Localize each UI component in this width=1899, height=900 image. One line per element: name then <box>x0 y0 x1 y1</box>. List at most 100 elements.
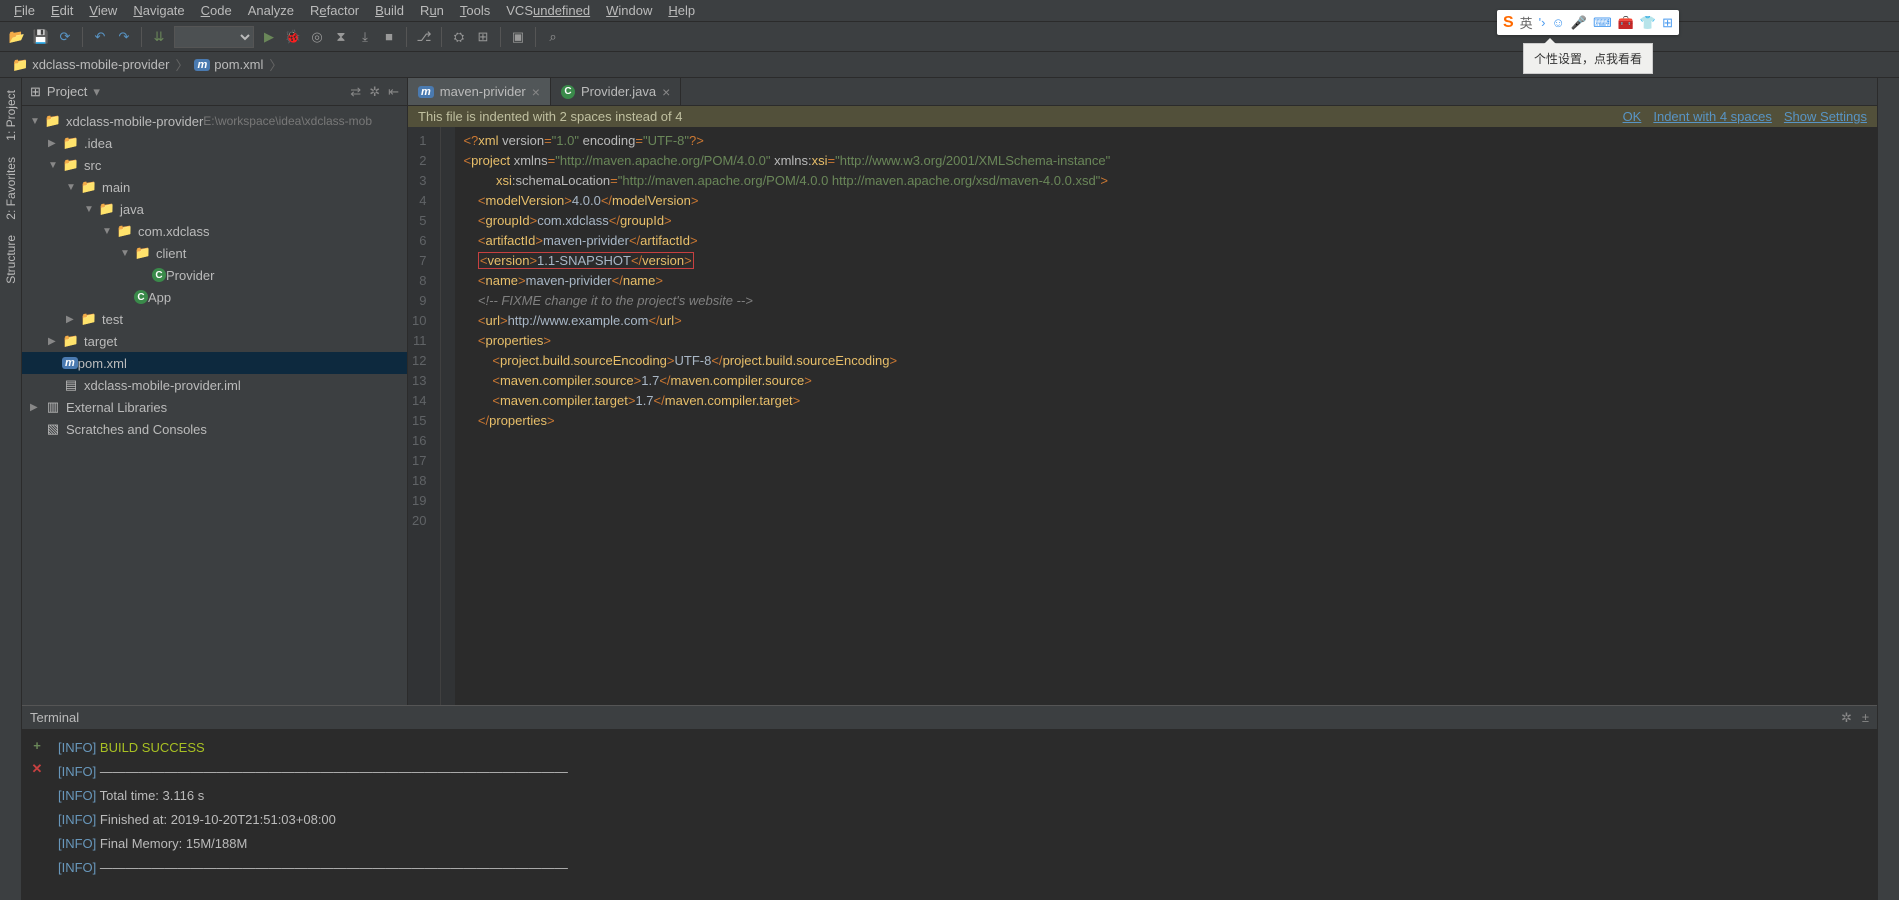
ime-lang[interactable]: 英 <box>1520 13 1533 32</box>
tree-arrow-icon[interactable]: ▼ <box>84 204 98 215</box>
ime-emoji-icon[interactable]: ☺ <box>1551 15 1564 30</box>
tree-arrow-icon[interactable]: ▶ <box>48 336 62 347</box>
tree-arrow-icon[interactable]: ▶ <box>66 314 80 325</box>
close-icon[interactable]: × <box>532 84 540 100</box>
undo-icon[interactable]: ↶ <box>91 28 109 46</box>
tab-label: Provider.java <box>581 84 656 99</box>
menu-view[interactable]: View <box>81 3 125 18</box>
scroll-from-source-icon[interactable]: ⇄ <box>350 84 361 100</box>
ime-overlay: S 英 '› ☺ 🎤 ⌨ 🧰 👕 ⊞ 个性设置，点我看看 <box>1497 10 1679 74</box>
indent-4-link[interactable]: Indent with 4 spaces <box>1653 109 1772 124</box>
tree-arrow-icon[interactable]: ▶ <box>48 138 62 149</box>
save-icon[interactable]: 💾 <box>32 28 50 46</box>
menu-edit[interactable]: Edit <box>43 3 81 18</box>
debug-icon[interactable]: 🐞 <box>284 28 302 46</box>
editor-tab[interactable]: CProvider.java× <box>551 78 681 105</box>
terminal-add-icon[interactable]: + <box>33 738 41 753</box>
breadcrumb-root-label: xdclass-mobile-provider <box>32 57 169 72</box>
indent-settings-link[interactable]: Show Settings <box>1784 109 1867 124</box>
terminal-hide-icon[interactable]: ± <box>1862 710 1869 726</box>
tree-arrow-icon[interactable]: ▼ <box>120 248 134 259</box>
menu-vcs[interactable]: VCSundefined <box>498 3 598 18</box>
tree-arrow-icon[interactable]: ▼ <box>102 226 116 237</box>
breadcrumb-root[interactable]: 📁 xdclass-mobile-provider <box>8 57 173 73</box>
tree-node[interactable]: ▼📁java <box>22 198 407 220</box>
ime-voice-icon[interactable]: 🎤 <box>1571 15 1587 31</box>
editor-tab[interactable]: mmaven-privider× <box>408 78 551 105</box>
menu-window[interactable]: Window <box>598 3 660 18</box>
breadcrumb-file[interactable]: m pom.xml <box>190 57 267 72</box>
terminal-close-icon[interactable]: ✕ <box>32 761 43 777</box>
menu-tools[interactable]: Tools <box>452 3 498 18</box>
menu-file[interactable]: File <box>6 3 43 18</box>
tree-node[interactable]: ▼📁xdclass-mobile-provider E:\workspace\i… <box>22 110 407 132</box>
log-tag: [INFO] <box>58 860 96 875</box>
left-toolwindow-bar: 1: Project2: FavoritesStructure <box>0 78 22 900</box>
tree-node[interactable]: ▧Scratches and Consoles <box>22 418 407 440</box>
sogou-logo-icon[interactable]: S <box>1503 14 1514 32</box>
tree-arrow-icon[interactable]: ▼ <box>48 160 62 171</box>
ime-toolbar[interactable]: S 英 '› ☺ 🎤 ⌨ 🧰 👕 ⊞ <box>1497 10 1679 35</box>
close-icon[interactable]: × <box>662 84 670 100</box>
menu-code[interactable]: Code <box>193 3 240 18</box>
log-tag: [INFO] <box>58 764 96 779</box>
tree-node[interactable]: ▶📁test <box>22 308 407 330</box>
settings-icon[interactable]: ⛭ <box>450 28 468 46</box>
sync-icon[interactable]: ⟳ <box>56 28 74 46</box>
structure-icon[interactable]: ⊞ <box>474 28 492 46</box>
tree-node[interactable]: ▼📁main <box>22 176 407 198</box>
toolwindow-tab-favorites[interactable]: 2: Favorites <box>2 149 20 228</box>
terminal-body[interactable]: + ✕ [INFO] BUILD SUCCESS[INFO] —————————… <box>22 730 1877 900</box>
chevron-down-icon[interactable]: ▾ <box>93 84 100 100</box>
ime-grid-icon[interactable]: ⊞ <box>1662 15 1673 31</box>
tree-node[interactable]: ▶📁.idea <box>22 132 407 154</box>
git-icon[interactable]: ⎇ <box>415 28 433 46</box>
gear-icon[interactable]: ✲ <box>369 84 380 100</box>
terminal-panel: Terminal ✲ ± + ✕ [INFO] BUILD SUCCESS[IN… <box>22 705 1877 900</box>
ime-skin-icon[interactable]: 👕 <box>1640 15 1656 31</box>
menu-analyze[interactable]: Analyze <box>240 3 302 18</box>
ime-tooltip[interactable]: 个性设置，点我看看 <box>1523 43 1653 74</box>
run-icon[interactable]: ▶ <box>260 28 278 46</box>
stop-icon[interactable]: ■ <box>380 28 398 46</box>
folder-blue-icon: 📁 <box>44 113 62 129</box>
terminal-title[interactable]: Terminal <box>30 710 79 725</box>
profile-icon[interactable]: ⧗ <box>332 28 350 46</box>
ime-keyboard-icon[interactable]: ⌨ <box>1593 15 1612 31</box>
breadcrumb-sep-icon: 〉 <box>269 55 282 74</box>
tree-node[interactable]: ▤xdclass-mobile-provider.iml <box>22 374 407 396</box>
ime-toolbox-icon[interactable]: 🧰 <box>1618 15 1634 31</box>
menu-help[interactable]: Help <box>660 3 703 18</box>
build-icon[interactable]: ⇊ <box>150 28 168 46</box>
redo-icon[interactable]: ↷ <box>115 28 133 46</box>
terminal-gear-icon[interactable]: ✲ <box>1841 710 1852 726</box>
tree-node[interactable]: ▼📁src <box>22 154 407 176</box>
menu-run[interactable]: Run <box>412 3 452 18</box>
tree-node[interactable]: ▶▥External Libraries <box>22 396 407 418</box>
sdk-icon[interactable]: ▣ <box>509 28 527 46</box>
tree-arrow-icon[interactable]: ▶ <box>30 402 44 413</box>
tree-node[interactable]: ▼📁com.xdclass <box>22 220 407 242</box>
collapse-icon[interactable]: ⇤ <box>388 84 399 100</box>
menu-navigate[interactable]: Navigate <box>125 3 192 18</box>
attach-icon[interactable]: ⤓ <box>356 28 374 46</box>
search-icon[interactable]: ⌕ <box>544 28 562 46</box>
run-config-select[interactable] <box>174 26 254 48</box>
tree-node[interactable]: mpom.xml <box>22 352 407 374</box>
ime-punct-icon[interactable]: '› <box>1539 15 1546 30</box>
indent-ok-link[interactable]: OK <box>1623 109 1642 124</box>
tree-arrow-icon[interactable]: ▼ <box>30 116 44 127</box>
editor-tabs: mmaven-privider×CProvider.java× <box>408 78 1877 106</box>
tree-arrow-icon[interactable]: ▼ <box>66 182 80 193</box>
menu-build[interactable]: Build <box>367 3 412 18</box>
tree-node[interactable]: ▼📁client <box>22 242 407 264</box>
toolwindow-tab-project[interactable]: 1: Project <box>2 82 20 149</box>
folder-icon: 📁 <box>134 245 152 261</box>
tree-node[interactable]: CProvider <box>22 264 407 286</box>
open-icon[interactable]: 📂 <box>8 28 26 46</box>
tree-node[interactable]: CApp <box>22 286 407 308</box>
menu-refactor[interactable]: Refactor <box>302 3 367 18</box>
toolwindow-tab-structure[interactable]: Structure <box>2 227 20 292</box>
coverage-icon[interactable]: ◎ <box>308 28 326 46</box>
tree-node[interactable]: ▶📁target <box>22 330 407 352</box>
